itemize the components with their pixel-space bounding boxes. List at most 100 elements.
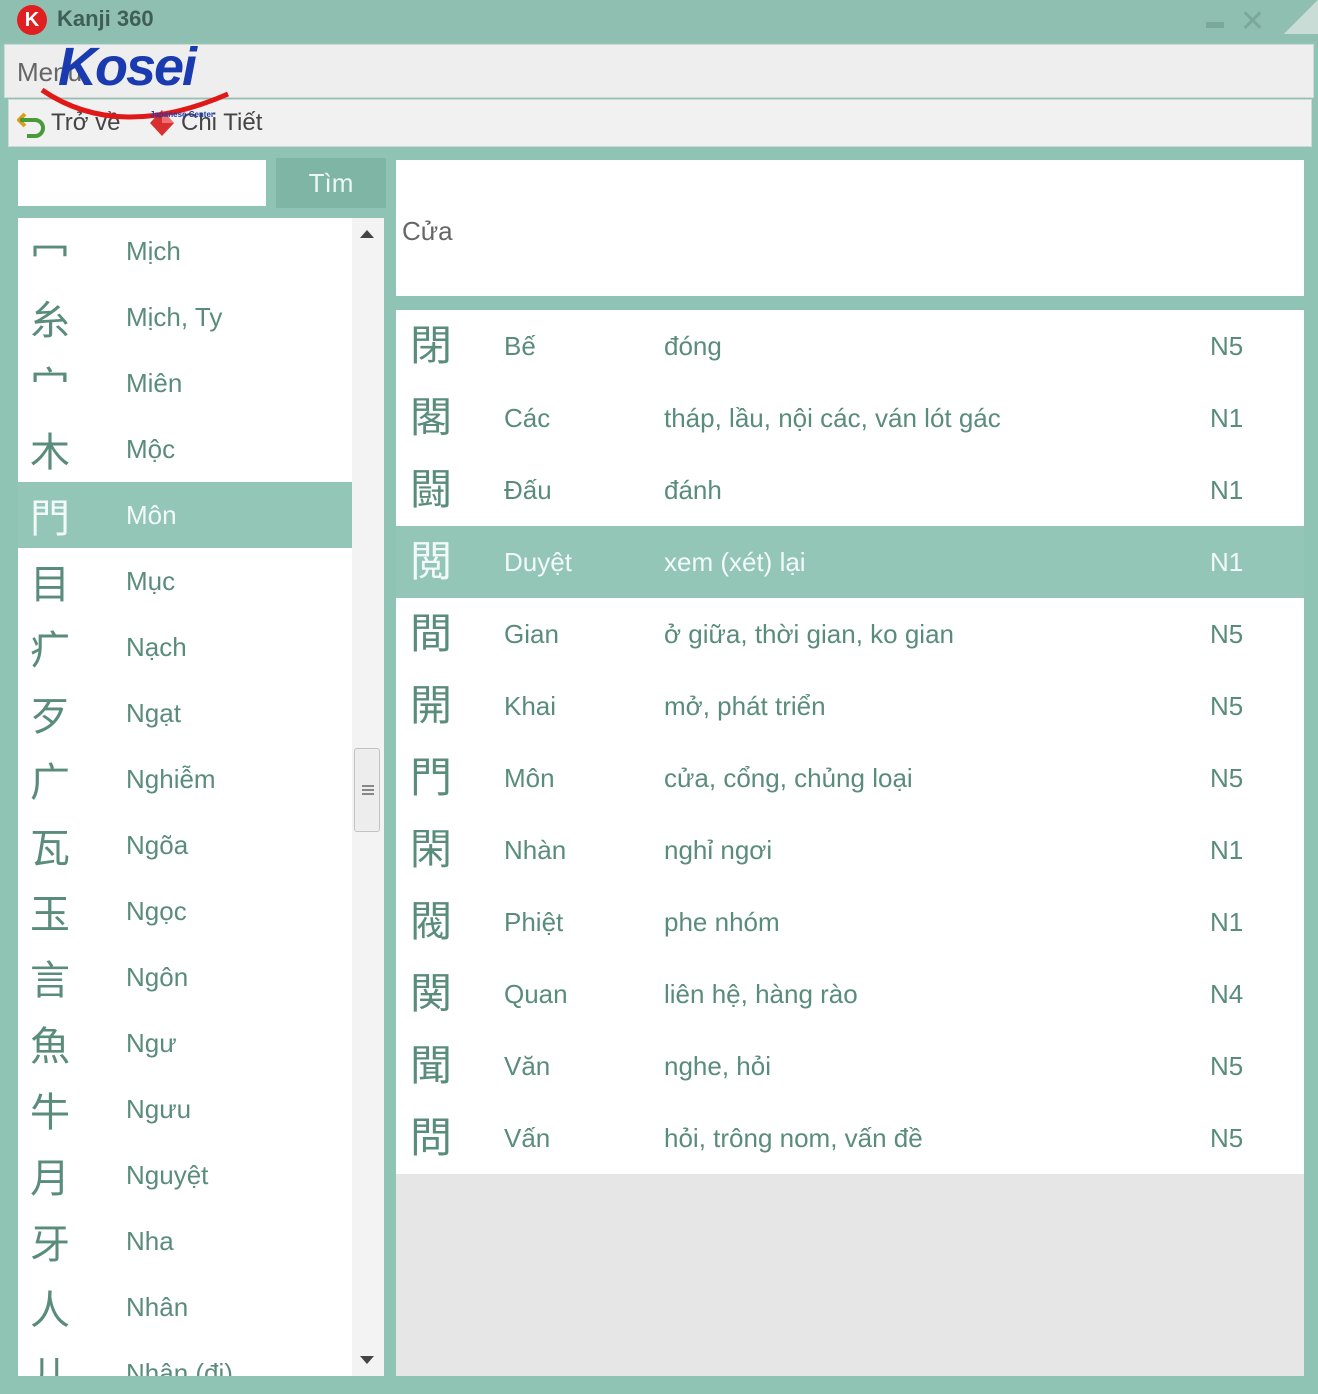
radical-list-item[interactable]: 門 Môn [18,482,352,548]
radical-char: 玉 [30,892,70,938]
radical-char: 言 [30,958,70,1004]
app-icon: K [17,5,47,35]
radical-list-item[interactable]: 糸 Mịch, Ty [18,284,352,350]
kanji-row[interactable]: 閑 Nhàn nghỉ ngơi N1 [396,814,1304,886]
radical-list-item[interactable]: 人 Nhân [18,1274,352,1340]
kanji-row[interactable]: 閉 Bế đóng N5 [396,310,1304,382]
kanji-meaning: phe nhóm [664,907,780,937]
kanji-meaning: tháp, lầu, nội các, ván lót gác [664,403,1001,433]
search-button[interactable]: Tìm [276,158,386,208]
radical-list-item[interactable]: 月 Nguyệt [18,1142,352,1208]
radical-name: Ngưu [126,1093,192,1124]
kanji-row[interactable]: 閲 Duyệt xem (xét) lại N1 [396,526,1304,598]
kanji-level: N1 [1210,547,1244,577]
radical-list-item[interactable]: 言 Ngôn [18,944,352,1010]
kanji-char: 閉 [410,321,453,370]
radical-name: Mịch [126,235,181,266]
radical-char: 瓦 [30,826,70,872]
radical-list-item[interactable]: 冖 Mịch [18,218,352,284]
scroll-down-icon[interactable] [360,1356,374,1364]
kanji-level: N1 [1210,835,1244,865]
radical-char: 宀 [30,364,70,410]
radical-list-item[interactable]: 疒 Nạch [18,614,352,680]
radical-char: 目 [30,562,70,608]
radical-list-item[interactable]: 魚 Ngư [18,1010,352,1076]
kanji-char: 閣 [410,393,453,442]
kanji-row[interactable]: 閣 Các tháp, lầu, nội các, ván lót gác N1 [396,382,1304,454]
radical-list-item[interactable]: 瓦 Ngõa [18,812,352,878]
radical-name: Nhân (đi) [126,1357,233,1377]
window-title: Kanji 360 [57,6,154,31]
kanji-meaning: xem (xét) lại [664,547,806,577]
radical-char: 月 [30,1156,70,1202]
kanji-meaning: mở, phát triển [664,691,826,721]
minimize-icon[interactable] [1206,22,1224,28]
radical-char: 木 [30,430,70,476]
kanji-level: N5 [1210,691,1244,721]
kanji-char: 閑 [410,825,453,874]
radical-list-item[interactable]: 牛 Ngưu [18,1076,352,1142]
kanji-char: 開 [410,681,453,730]
radical-char: 魚 [30,1024,70,1070]
kanji-reading: Đấu [504,475,552,505]
scroll-thumb[interactable] [354,748,380,832]
radical-name: Mộc [126,433,176,464]
radical-name: Ngõa [126,829,189,860]
kanji-meaning: đánh [664,475,722,505]
kanji-row[interactable]: 問 Vấn hỏi, trông nom, vấn đề N5 [396,1102,1304,1174]
kanji-meaning: đóng [664,331,722,361]
scroll-up-icon[interactable] [360,230,374,238]
meaning-text: Cửa [402,216,453,246]
kanji-reading: Duyệt [504,547,572,577]
kanji-meaning: hỏi, trông nom, vấn đề [664,1123,923,1153]
radical-scrollbar[interactable] [352,218,384,1376]
kanji-meaning: nghỉ ngơi [664,835,773,865]
radical-char: 儿 [18,1344,126,1376]
kanji-meaning: nghe, hỏi [664,1051,771,1081]
radical-char: 門 [30,496,70,542]
kanji-reading: Nhàn [504,835,567,865]
radical-name: Nha [126,1225,174,1256]
radical-list-item[interactable]: 牙 Nha [18,1208,352,1274]
radical-name: Ngạt [126,697,181,728]
kanji-row[interactable]: 門 Môn cửa, cổng, chủng loại N5 [396,742,1304,814]
kanji-level: N1 [1210,403,1244,433]
radical-list-item[interactable]: 儿Nhân (đi) [18,1340,352,1376]
close-icon[interactable]: ✕ [1240,4,1265,39]
kanji-meaning: ở giữa, thời gian, ko gian [664,619,954,649]
kanji-reading: Môn [504,763,555,793]
kanji-level: N4 [1210,979,1244,1009]
meaning-panel: Cửa [396,160,1304,296]
kanji-reading: Các [504,403,551,433]
radical-list-item[interactable]: 木 Mộc [18,416,352,482]
kanji-row[interactable]: 間 Gian ở giữa, thời gian, ko gian N5 [396,598,1304,670]
kanji-table: 閉 Bế đóng N5 閣 Các tháp, lầu, nội các, ván lót… [396,310,1304,1376]
kanji-level: N5 [1210,331,1244,361]
kanji-reading: Khai [504,691,557,721]
radical-list-item[interactable]: 目 Mục [18,548,352,614]
kanji-reading: Vấn [504,1123,551,1153]
kanji-level: N5 [1210,619,1244,649]
kanji-meaning: cửa, cổng, chủng loại [664,763,913,793]
radical-list[interactable]: 冖 Mịch 糸 Mịch, Ty 宀 Miên 木 Mộc 門 Môn 目 Mục 疒 Nạch 歹 Ngạ… [18,218,352,1376]
window-corner [1284,0,1318,34]
kanji-row[interactable]: 聞 Văn nghe, hỏi N5 [396,1030,1304,1102]
radical-list-item[interactable]: 宀 Miên [18,350,352,416]
radical-list-item[interactable]: 歹 Ngạt [18,680,352,746]
kanji-row[interactable]: 閥 Phiệt phe nhóm N1 [396,886,1304,958]
radical-name: Mục [126,565,176,596]
kanji-row[interactable]: 闘 Đấu đánh N1 [396,454,1304,526]
radical-char: 歹 [30,694,70,740]
kanji-row[interactable]: 関 Quan liên hệ, hàng rào N4 [396,958,1304,1030]
grip-icon [362,785,374,797]
kanji-char: 間 [410,609,453,658]
logo-text: Kosei [58,37,197,97]
radical-list-item[interactable]: 广 Nghiễm [18,746,352,812]
radical-list-item[interactable]: 玉 Ngọc [18,878,352,944]
radical-char: 疒 [30,628,70,674]
radical-char: 牙 [30,1222,70,1268]
search-input[interactable] [18,160,266,206]
kanji-row[interactable]: 開 Khai mở, phát triển N5 [396,670,1304,742]
radical-name: Ngôn [126,961,189,992]
kanji-meaning: liên hệ, hàng rào [664,979,858,1009]
